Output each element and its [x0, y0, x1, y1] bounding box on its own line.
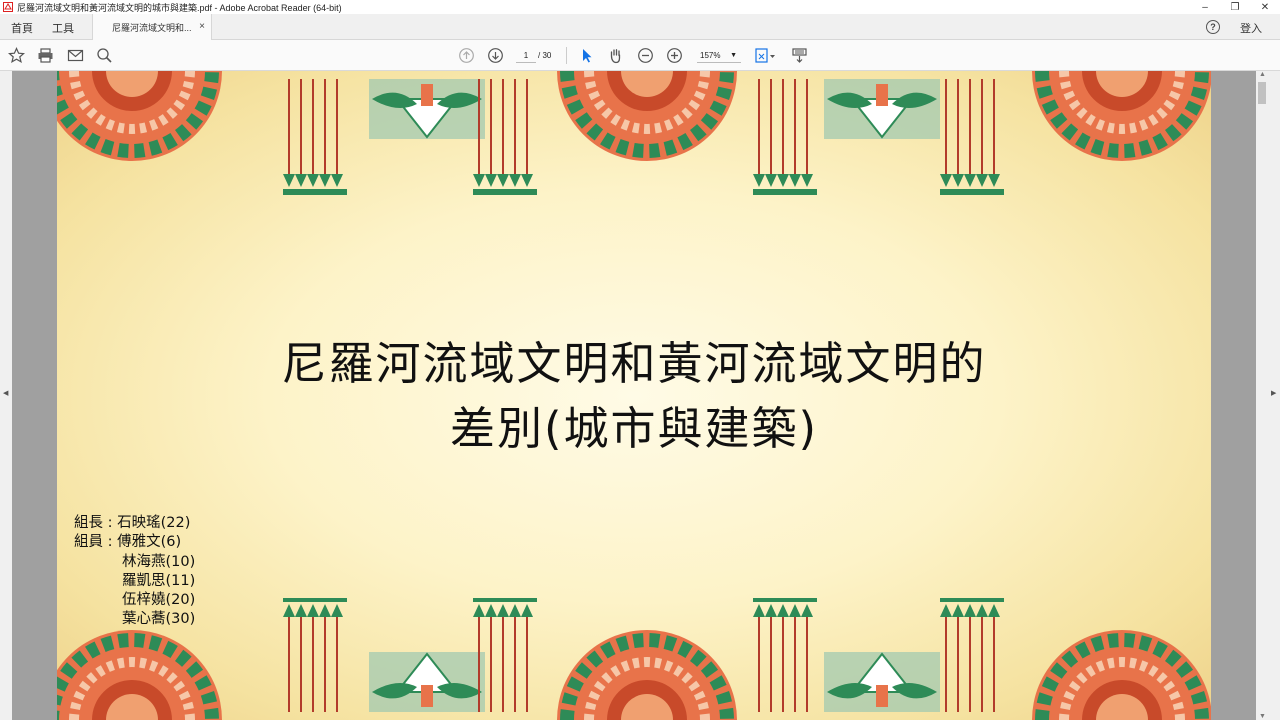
email-icon[interactable] — [67, 47, 84, 64]
zoom-level-value: 157% — [700, 51, 721, 60]
page-display-icon[interactable] — [754, 47, 778, 64]
close-window-button[interactable]: ✕ — [1250, 0, 1280, 14]
zoom-level-select[interactable]: 157% ▼ — [697, 48, 741, 63]
window-titlebar: 尼羅河流域文明和黃河流域文明的城市與建築.pdf - Adobe Acrobat… — [0, 0, 1280, 14]
tab-document[interactable]: 尼羅河流域文明和... × — [92, 14, 212, 40]
slide-title-line-1: 尼羅河流域文明和黃河流域文明的 — [281, 337, 987, 390]
acrobat-app-icon — [3, 2, 13, 12]
select-pointer-icon[interactable] — [578, 47, 595, 64]
vertical-scrollbar[interactable]: ▲ ▼ — [1256, 71, 1268, 720]
zoom-out-icon[interactable] — [637, 47, 654, 64]
scroll-up-icon[interactable]: ▲ — [1259, 71, 1266, 78]
group-member: 伍梓嬈(20) — [122, 592, 196, 609]
minimize-button[interactable]: – — [1190, 0, 1220, 14]
chevron-down-icon: ▼ — [730, 52, 737, 59]
hand-tool-icon[interactable] — [607, 47, 624, 64]
document-tab-label: 尼羅河流域文明和... — [112, 22, 192, 33]
group-member: 組員 : 傅雅文(6) — [74, 534, 182, 551]
previous-page-icon[interactable] — [458, 47, 475, 64]
tab-bar: 首頁 工具 尼羅河流域文明和... × — [0, 14, 1280, 40]
close-tab-icon[interactable]: × — [199, 21, 205, 32]
print-icon[interactable] — [37, 47, 54, 64]
group-member: 羅凱思(11) — [122, 572, 196, 589]
help-icon[interactable]: ? — [1206, 20, 1220, 34]
group-members-list: 組長 : 石映瑤(22) 組員 : 傅雅文(6) 林海燕(10) 羅凱思(11)… — [74, 514, 195, 630]
read-mode-icon[interactable] — [791, 47, 808, 64]
right-panel-toggle[interactable]: ▶ — [1268, 71, 1280, 720]
document-viewer[interactable]: ◀ ▶ ▲ ▼ 尼羅河流域文明和黃河流域文明的 差別(城市與建築) 組長: 石… — [0, 71, 1280, 720]
tab-tools[interactable]: 工具 — [52, 20, 74, 36]
page-total: / 30 — [538, 51, 552, 60]
slide-title-line-2: 差別(城市與建築) — [449, 402, 819, 455]
search-icon[interactable] — [96, 47, 113, 64]
egyptian-pattern-bottom-band — [57, 598, 1211, 720]
left-panel-toggle[interactable]: ◀ — [0, 71, 12, 720]
toolbar: 1 / 30 157% ▼ — [0, 40, 1280, 71]
scroll-down-icon[interactable]: ▼ — [1259, 713, 1266, 720]
pdf-page: 尼羅河流域文明和黃河流域文明的 差別(城市與建築) 組長 : 石映瑤(22) 組… — [57, 71, 1211, 720]
window-title: 尼羅河流域文明和黃河流域文明的城市與建築.pdf - Adobe Acrobat… — [17, 2, 342, 13]
egyptian-pattern-top-band — [57, 71, 1211, 196]
group-member: 葉心蕎(30) — [122, 611, 196, 628]
scrollbar-thumb[interactable] — [1258, 82, 1266, 104]
group-member: 林海燕(10) — [122, 553, 196, 570]
page-number-input[interactable]: 1 — [516, 48, 536, 63]
toolbar-divider — [566, 47, 567, 64]
group-leader: 組長 : 石映瑤(22) — [74, 515, 191, 531]
zoom-in-icon[interactable] — [666, 47, 683, 64]
bookmark-star-icon[interactable] — [8, 47, 25, 64]
tab-home[interactable]: 首頁 — [11, 20, 33, 36]
restore-button[interactable]: ❐ — [1220, 0, 1250, 14]
login-link[interactable]: 登入 — [1240, 20, 1262, 36]
next-page-icon[interactable] — [487, 47, 504, 64]
